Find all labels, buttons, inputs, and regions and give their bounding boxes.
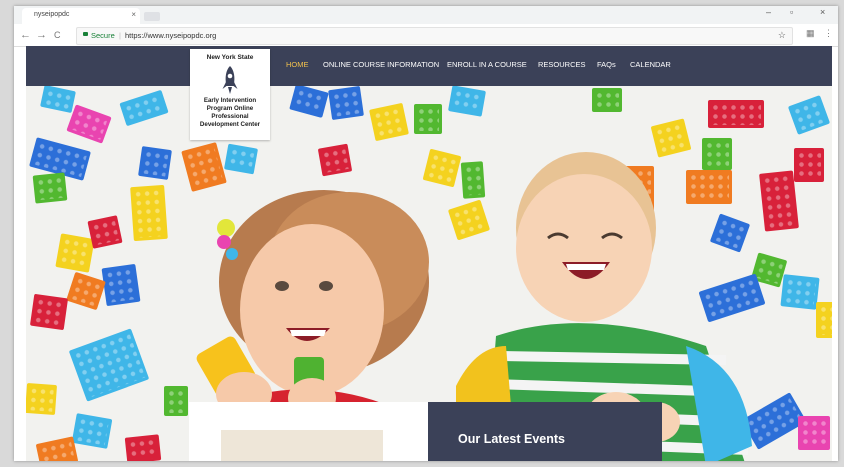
featured-card-image (221, 430, 383, 461)
nav-home[interactable]: HOME (286, 60, 309, 69)
toy-brick (29, 293, 69, 331)
extension-icon[interactable]: ▦ (806, 28, 815, 39)
toy-brick (369, 102, 409, 142)
logo-state-text: New York State (206, 54, 254, 61)
toy-brick (328, 86, 364, 121)
site-logo[interactable]: New York State Early Intervention Progra… (190, 49, 270, 140)
url-separator: | (119, 31, 121, 40)
toy-brick (35, 436, 79, 461)
minimize-icon[interactable]: – (766, 7, 771, 17)
toy-brick (101, 263, 141, 307)
reload-icon[interactable]: C (54, 28, 61, 42)
toy-brick (26, 382, 58, 416)
site-navbar: HOME ONLINE COURSE INFORMATION ENROLL IN… (26, 46, 832, 86)
nav-resources[interactable]: RESOURCES (538, 60, 586, 69)
toy-brick (780, 274, 820, 310)
toy-brick (794, 148, 824, 182)
toy-brick (592, 88, 622, 112)
rocket-icon (222, 66, 238, 94)
toy-brick (448, 86, 486, 117)
secure-label: Secure (91, 31, 115, 40)
toy-brick (414, 104, 442, 134)
hero-image: Our Latest Events (26, 86, 832, 461)
toy-brick (759, 170, 799, 232)
nav-online-course-information[interactable]: ONLINE COURSE INFORMATION (323, 60, 439, 69)
latest-events-panel: Our Latest Events (428, 402, 662, 461)
nav-enroll-in-a-course[interactable]: ENROLL IN A COURSE (447, 60, 527, 69)
toy-brick (138, 146, 172, 180)
lock-icon (83, 32, 88, 36)
toy-brick (87, 215, 123, 249)
browser-menu-icon[interactable]: ⋮ (824, 28, 833, 39)
toy-brick (71, 413, 113, 449)
toy-brick (289, 86, 329, 118)
toy-brick (68, 328, 150, 402)
back-icon[interactable]: ← (20, 28, 31, 42)
address-bar-row: ← → C Secure | https://www.nyseipopdc.or… (14, 24, 838, 47)
featured-card (189, 402, 428, 461)
browser-tab[interactable]: nyseipopdc × (22, 8, 140, 24)
browser-window: nyseipopdc × – ▫ × ← → C Secure | https:… (14, 6, 838, 461)
toy-brick (787, 95, 831, 135)
close-window-icon[interactable]: × (820, 7, 825, 17)
toy-brick (32, 172, 68, 204)
new-tab-button[interactable] (144, 12, 160, 21)
url-input[interactable]: Secure | https://www.nyseipopdc.org ☆ (76, 27, 793, 45)
website: HOME ONLINE COURSE INFORMATION ENROLL IN… (26, 46, 832, 461)
toy-brick (124, 434, 162, 461)
maximize-icon[interactable]: ▫ (790, 7, 793, 17)
close-tab-icon[interactable]: × (131, 8, 136, 22)
url-text: https://www.nyseipopdc.org (125, 31, 217, 40)
toy-brick (40, 86, 76, 114)
tab-title: nyseipopdc (34, 11, 70, 18)
toy-brick (816, 302, 832, 338)
toy-brick (66, 104, 112, 144)
toy-brick (708, 100, 764, 128)
logo-program-text: Early Intervention Program Online Profes… (199, 97, 261, 128)
toy-brick (798, 416, 830, 450)
toy-brick (55, 233, 95, 273)
toy-brick (66, 271, 106, 311)
nav-faqs[interactable]: FAQs (597, 60, 616, 69)
latest-events-title: Our Latest Events (458, 432, 565, 446)
bookmark-star-icon[interactable]: ☆ (778, 28, 786, 43)
forward-icon[interactable]: → (36, 28, 47, 42)
toy-brick (119, 89, 169, 127)
tab-bar: nyseipopdc × – ▫ × (14, 6, 838, 24)
nav-calendar[interactable]: CALENDAR (630, 60, 671, 69)
toy-brick (130, 184, 168, 242)
